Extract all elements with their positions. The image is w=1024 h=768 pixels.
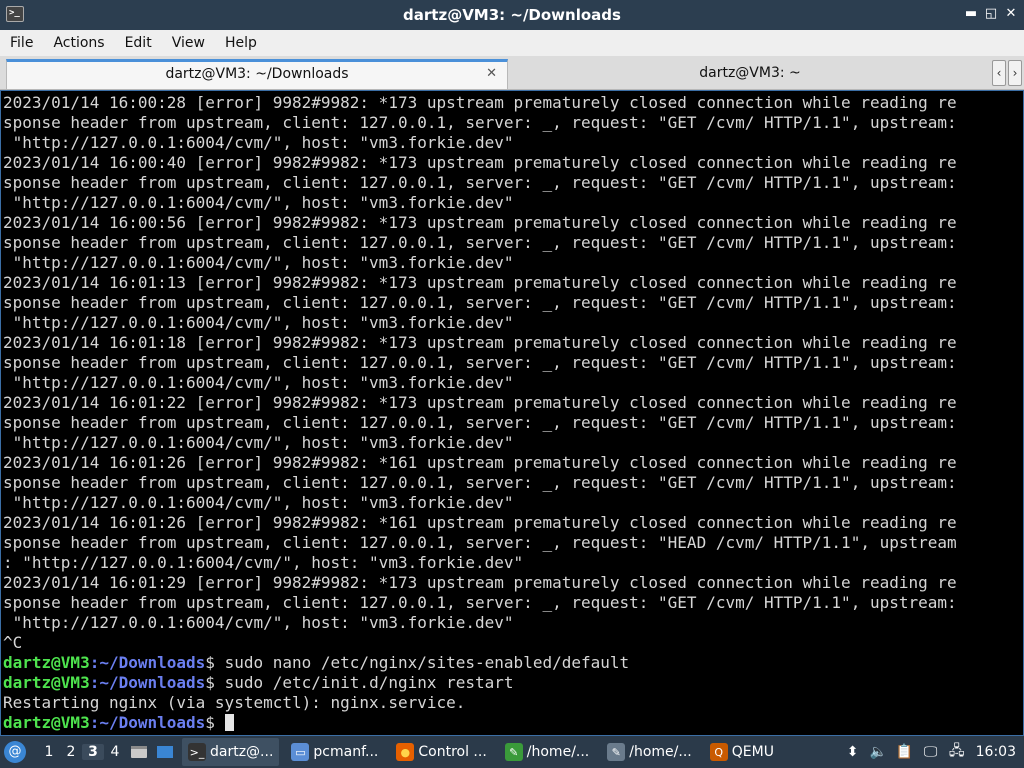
taskbar-task-label: /home/... [526, 744, 590, 760]
system-tray: ⬍ 🔈 📋 🖵 🖧 16:03 [840, 740, 1024, 764]
file-manager-launcher-icon[interactable] [126, 740, 152, 764]
taskbar-task-label: dartz@... [210, 744, 274, 760]
maximize-icon[interactable]: ◱ [982, 5, 1000, 23]
prompt-symbol: $ [205, 673, 215, 692]
tab-close-icon[interactable]: ✕ [486, 62, 497, 86]
taskbar-task-button[interactable]: ✎/home/... [499, 738, 595, 766]
display-icon[interactable]: 🖵 [918, 744, 944, 760]
clock[interactable]: 16:03 [970, 744, 1024, 760]
prompt-path: :~/Downloads [89, 673, 206, 692]
terminal-log-line: 2023/01/14 16:01:18 [error] 9982#9982: *… [3, 333, 957, 352]
taskbar-task-label: pcmanf... [313, 744, 379, 760]
terminal-log-line: "http://127.0.0.1:6004/cvm/", host: "vm3… [3, 493, 514, 512]
terminal-log-line: 2023/01/14 16:00:56 [error] 9982#9982: *… [3, 213, 957, 232]
terminal-log-line: "http://127.0.0.1:6004/cvm/", host: "vm3… [3, 373, 514, 392]
terminal-log-line: sponse header from upstream, client: 127… [3, 113, 957, 132]
show-desktop-icon[interactable] [152, 740, 178, 764]
terminal-app-icon: >_ [6, 6, 24, 22]
qemu-icon: Q [709, 743, 728, 761]
terminal-view[interactable]: 2023/01/14 16:00:28 [error] 9982#9982: *… [0, 90, 1024, 736]
taskbar-task-button[interactable]: ● Control ... [390, 738, 492, 766]
text-editor-icon: ✎ [504, 743, 523, 761]
text-cursor [224, 714, 234, 731]
command-text: sudo /etc/init.d/nginx restart [214, 673, 514, 692]
taskbar-task-button[interactable]: ✎/home/... [601, 738, 697, 766]
terminal-log-line: sponse header from upstream, client: 127… [3, 413, 957, 432]
terminal-log-line: "http://127.0.0.1:6004/cvm/", host: "vm3… [3, 313, 514, 332]
workspace-2[interactable]: 2 [60, 744, 82, 760]
taskbar: @ 1 2 3 4 >_ dartz@... ▭ pcmanf... ● Control … [0, 736, 1024, 768]
terminal-log-line: sponse header from upstream, client: 127… [3, 473, 957, 492]
clipboard-icon[interactable]: 📋 [892, 744, 918, 760]
terminal-log-line: 2023/01/14 16:01:29 [error] 9982#9982: *… [3, 573, 957, 592]
terminal-log-line: "http://127.0.0.1:6004/cvm/", host: "vm3… [3, 433, 514, 452]
close-icon[interactable]: ✕ [1002, 5, 1020, 23]
tab-bar: dartz@VM3: ~/Downloads ✕ dartz@VM3: ~ ‹ … [0, 56, 1024, 90]
firefox-icon: ● [396, 743, 415, 761]
prompt-path: :~/Downloads [89, 713, 206, 732]
workspace-1[interactable]: 1 [38, 744, 60, 760]
minimize-icon[interactable]: ▬ [962, 5, 980, 23]
taskbar-task-label: Control ... [418, 744, 487, 760]
taskbar-task-button[interactable]: >_ dartz@... [182, 738, 280, 766]
terminal-prompt-line: dartz@VM3:~/Downloads$ [3, 713, 1023, 733]
terminal-log-line: 2023/01/14 16:00:40 [error] 9982#9982: *… [3, 153, 957, 172]
tab-scroll-right-icon[interactable]: › [1008, 60, 1022, 86]
terminal-log-line: 2023/01/14 16:01:22 [error] 9982#9982: *… [3, 393, 957, 412]
menu-edit[interactable]: Edit [115, 30, 162, 56]
menu-view[interactable]: View [162, 30, 215, 56]
workspace-4[interactable]: 4 [104, 744, 126, 760]
command-text: sudo nano /etc/nginx/sites-enabled/defau… [214, 653, 630, 672]
taskbar-task-button[interactable]: ▭ pcmanf... [285, 738, 384, 766]
tab-label: dartz@VM3: ~ [699, 65, 801, 81]
network-icon[interactable]: 🖧 [944, 740, 970, 764]
prompt-user: dartz@VM3 [3, 713, 90, 732]
terminal-log-line: : "http://127.0.0.1:6004/cvm/", host: "v… [3, 553, 524, 572]
terminal-prompt-line: dartz@VM3:~/Downloads$ sudo /etc/init.d/… [3, 673, 1023, 693]
workspace-3[interactable]: 3 [82, 744, 104, 760]
terminal-log-line: ^C [3, 633, 23, 652]
terminal-log-line: 2023/01/14 16:01:13 [error] 9982#9982: *… [3, 273, 957, 292]
terminal-log-line: sponse header from upstream, client: 127… [3, 593, 957, 612]
menu-file[interactable]: File [0, 30, 43, 56]
folder-icon: ▭ [291, 743, 310, 761]
taskbar-task-label: /home/... [629, 744, 692, 760]
menu-bar: File Actions Edit View Help [0, 30, 1024, 56]
prompt-path: :~/Downloads [89, 653, 206, 672]
prompt-symbol: $ [205, 653, 215, 672]
menu-help[interactable]: Help [215, 30, 267, 56]
scroll-icon[interactable]: ⬍ [840, 744, 866, 760]
menu-actions[interactable]: Actions [43, 30, 114, 56]
taskbar-task-button[interactable]: Q QEMU [704, 738, 780, 766]
terminal-log-line: sponse header from upstream, client: 127… [3, 233, 957, 252]
terminal-icon: >_ [188, 743, 206, 761]
prompt-symbol: $ [205, 713, 215, 732]
terminal-log-line: sponse header from upstream, client: 127… [3, 293, 957, 312]
terminal-log-line: 2023/01/14 16:01:26 [error] 9982#9982: *… [3, 513, 957, 532]
window-title: dartz@VM3: ~/Downloads [403, 6, 621, 24]
volume-icon[interactable]: 🔈 [866, 744, 892, 760]
terminal-log-line: sponse header from upstream, client: 127… [3, 533, 957, 552]
terminal-log-line: "http://127.0.0.1:6004/cvm/", host: "vm3… [3, 253, 514, 272]
start-menu-icon[interactable]: @ [4, 741, 26, 763]
prompt-user: dartz@VM3 [3, 673, 90, 692]
prompt-user: dartz@VM3 [3, 653, 90, 672]
tab-label: dartz@VM3: ~/Downloads [165, 66, 349, 82]
terminal-log-line: sponse header from upstream, client: 127… [3, 173, 957, 192]
tab-home[interactable]: dartz@VM3: ~ [510, 59, 990, 89]
terminal-log-line: "http://127.0.0.1:6004/cvm/", host: "vm3… [3, 133, 514, 152]
terminal-log-line: 2023/01/14 16:01:26 [error] 9982#9982: *… [3, 453, 957, 472]
tab-downloads[interactable]: dartz@VM3: ~/Downloads ✕ [6, 59, 508, 89]
terminal-prompt-line: dartz@VM3:~/Downloads$ sudo nano /etc/ng… [3, 653, 1023, 673]
taskbar-task-label: QEMU [731, 744, 774, 760]
terminal-log-line: "http://127.0.0.1:6004/cvm/", host: "vm3… [3, 613, 514, 632]
terminal-log-line: sponse header from upstream, client: 127… [3, 353, 957, 372]
document-icon: ✎ [607, 743, 626, 761]
command-output-line: Restarting nginx (via systemctl): nginx.… [3, 693, 466, 712]
terminal-log-line: "http://127.0.0.1:6004/cvm/", host: "vm3… [3, 193, 514, 212]
command-text [215, 713, 225, 732]
tab-scroll-left-icon[interactable]: ‹ [992, 60, 1006, 86]
window-titlebar[interactable]: >_ dartz@VM3: ~/Downloads ▬ ◱ ✕ [0, 0, 1024, 30]
terminal-log-line: 2023/01/14 16:00:28 [error] 9982#9982: *… [3, 93, 957, 112]
